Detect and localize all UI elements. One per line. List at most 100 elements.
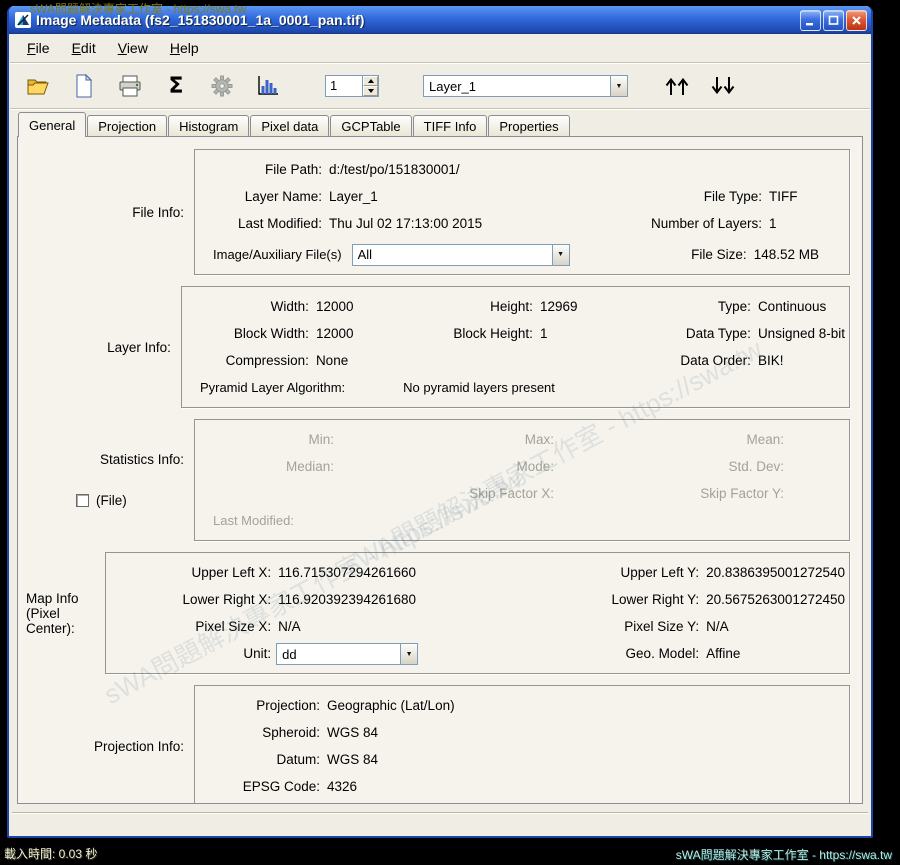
aux-files-label: Image/Auxiliary File(s) [213, 247, 342, 262]
tab-pixel-data[interactable]: Pixel data [250, 115, 329, 136]
statistics-info-section-label: Statistics Info: [100, 452, 184, 467]
tab-gcptable[interactable]: GCPTable [330, 115, 411, 136]
lower-right-y-label: Lower Right Y: [522, 586, 704, 613]
pixel-size-x-label: Pixel Size X: [110, 613, 276, 640]
lower-right-y-value: 20.5675263001272450 [704, 586, 845, 613]
lower-right-x-label: Lower Right X: [110, 586, 276, 613]
width-label: Width: [186, 293, 314, 320]
upper-left-y-value: 20.8386395001272540 [704, 559, 845, 586]
pyramid-algorithm-label: Pyramid Layer Algorithm: [200, 374, 345, 401]
projection-info-section: Projection Info: Projection: Geographic … [26, 685, 854, 804]
desktop-background: sWA問題解決專家工作室 - https://swa.tw Image Meta… [0, 0, 900, 865]
window-title: Image Metadata (fs2_151830001_1a_0001_pa… [36, 12, 800, 28]
menu-edit[interactable]: Edit [62, 36, 106, 60]
menu-file[interactable]: File [17, 36, 60, 60]
menu-bar: File Edit View Help [9, 34, 871, 62]
data-order-label: Data Order: [644, 347, 756, 374]
projection-info-group: Projection: Geographic (Lat/Lon) Spheroi… [194, 685, 850, 804]
mean-label: Mean: [629, 426, 789, 453]
projection-label: Projection: [199, 692, 325, 719]
maximize-button[interactable] [823, 10, 844, 31]
spinner-down-button[interactable] [363, 86, 378, 96]
number-of-layers-label: Number of Layers: [615, 210, 767, 237]
dropdown-arrow-icon[interactable]: ▼ [610, 76, 627, 96]
file-statistics-checkbox-row[interactable]: (File) [76, 493, 127, 508]
skip-factor-x-label: Skip Factor X: [409, 480, 559, 507]
map-info-section: Map Info (Pixel Center): Upper Left X: 1… [26, 552, 854, 674]
max-label: Max: [409, 426, 559, 453]
histogram-button[interactable] [253, 71, 283, 101]
general-tab-panel: sWA問題解決專家工作室 - https://swa.tw sWA問題解決專家工… [17, 136, 863, 804]
skip-factor-y-label: Skip Factor Y: [629, 480, 789, 507]
open-file-button[interactable] [23, 71, 53, 101]
statistics-info-group: Min: Max: Mean: Median: Mode: Std. Dev: [194, 419, 850, 541]
file-statistics-checkbox[interactable] [76, 494, 89, 507]
tab-properties[interactable]: Properties [488, 115, 569, 136]
gear-icon [211, 75, 233, 97]
unit-label: Unit: [110, 640, 276, 667]
file-path-value: d:/test/po/151830001/ [327, 156, 845, 183]
move-layer-up-button[interactable] [662, 71, 692, 101]
file-info-group: File Path: d:/test/po/151830001/ Layer N… [194, 149, 850, 275]
spinner-up-button[interactable] [363, 76, 378, 86]
geo-model-label: Geo. Model: [522, 640, 704, 667]
tab-general[interactable]: General [18, 112, 86, 137]
dropdown-arrow-icon[interactable]: ▼ [552, 245, 569, 265]
height-value: 12969 [538, 293, 644, 320]
datum-label: Datum: [199, 746, 325, 773]
load-time-status: 載入時間: 0.03 秒 [4, 845, 97, 862]
upper-left-y-label: Upper Left Y: [522, 559, 704, 586]
histogram-icon [256, 75, 280, 97]
minimize-button[interactable] [800, 10, 821, 31]
block-width-value: 12000 [314, 320, 426, 347]
new-file-button[interactable] [69, 71, 99, 101]
move-layer-down-button[interactable] [708, 71, 738, 101]
triangle-down-icon [368, 89, 374, 93]
window-controls [800, 10, 867, 31]
dropdown-arrow-icon[interactable]: ▼ [400, 644, 417, 664]
close-button[interactable] [846, 10, 867, 31]
settings-button[interactable] [207, 71, 237, 101]
watermark-bottom-right: sWA問題解決專家工作室 - https://swa.tw [676, 846, 892, 863]
projection-info-section-label: Projection Info: [94, 739, 184, 754]
print-button[interactable] [115, 71, 145, 101]
pixel-size-x-value: N/A [276, 613, 522, 640]
file-statistics-checkbox-label: (File) [96, 493, 127, 508]
compression-label: Compression: [186, 347, 314, 374]
tab-projection[interactable]: Projection [87, 115, 167, 136]
unit-dropdown-value: dd [277, 645, 400, 664]
mode-label: Mode: [409, 453, 559, 480]
menu-help[interactable]: Help [160, 36, 209, 60]
tab-histogram[interactable]: Histogram [168, 115, 249, 136]
map-info-group: Upper Left X: 116.715307294261660 Upper … [105, 552, 850, 674]
type-label: Type: [644, 293, 756, 320]
file-path-label: File Path: [199, 156, 327, 183]
block-height-value: 1 [538, 320, 644, 347]
map-info-section-label: Map Info (Pixel Center): [26, 591, 95, 636]
title-bar[interactable]: Image Metadata (fs2_151830001_1a_0001_pa… [9, 6, 871, 34]
menu-view[interactable]: View [108, 36, 158, 60]
statistics-button[interactable]: Σ [161, 71, 191, 101]
toolbar: Σ [9, 64, 871, 108]
pixel-size-y-value: N/A [704, 613, 845, 640]
layer-info-section-label: Layer Info: [107, 340, 171, 355]
unit-dropdown[interactable]: dd ▼ [276, 643, 418, 665]
aux-files-dropdown[interactable]: All ▼ [352, 244, 570, 266]
layer-info-group: Width: 12000 Height: 12969 Type: Continu… [181, 286, 850, 408]
epsg-code-value: 4326 [325, 773, 845, 800]
layer-name-value: Layer_1 [327, 183, 615, 210]
data-order-value: BIK! [756, 347, 845, 374]
geo-model-value: Affine [704, 640, 845, 667]
type-value: Continuous [756, 293, 845, 320]
aux-files-dropdown-value: All [353, 245, 552, 264]
layer-dropdown[interactable]: Layer_1 ▼ [423, 75, 628, 97]
layer-number-value: 1 [326, 76, 362, 96]
close-icon [851, 15, 862, 26]
bottom-separator [12, 812, 868, 814]
layer-dropdown-value: Layer_1 [424, 77, 610, 96]
tab-tiff-info[interactable]: TIFF Info [413, 115, 488, 136]
statistics-info-section: Statistics Info: (File) Min: Max: Mean: [26, 419, 854, 541]
double-up-arrow-icon [663, 75, 691, 97]
lower-right-x-value: 116.920392394261680 [276, 586, 522, 613]
layer-number-spinner[interactable]: 1 [325, 75, 379, 97]
